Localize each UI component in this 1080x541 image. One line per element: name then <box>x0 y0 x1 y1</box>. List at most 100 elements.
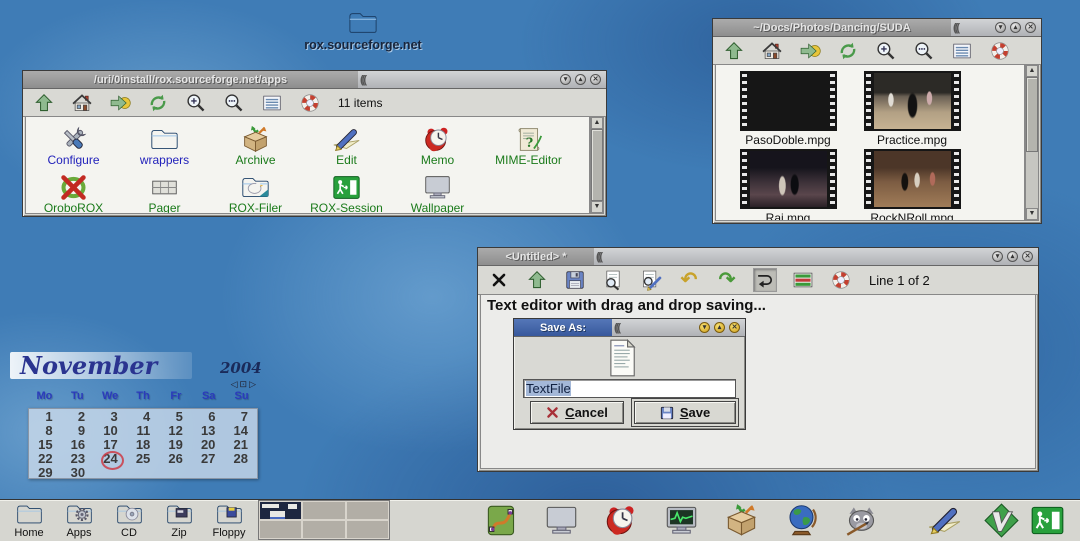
calendar-day[interactable]: 18 <box>127 438 160 452</box>
calendar-day[interactable]: 9 <box>62 424 95 438</box>
video-file-practice[interactable]: Practice.mpg <box>850 71 974 149</box>
editor-window-titlebar[interactable]: <Untitled> * ((( ▾ ▴ ✕ <box>478 248 1038 266</box>
zoom-fit-button[interactable] <box>912 39 936 63</box>
file-item-rox-filer[interactable]: ROX-Filer <box>210 167 301 214</box>
zoom-in-button[interactable] <box>874 39 898 63</box>
forward-button[interactable] <box>798 39 822 63</box>
calendar-day[interactable]: 5 <box>159 410 192 424</box>
calendar-day[interactable]: 3 <box>94 410 127 424</box>
photos-file-area[interactable]: PasoDoble.mpg Practice.mpg Rai.mpg RockN… <box>715 64 1025 221</box>
calendar-day[interactable]: 30 <box>62 466 95 480</box>
launcher-vim[interactable] <box>982 502 1020 539</box>
calendar-day[interactable]: 14 <box>224 424 257 438</box>
refresh-button[interactable] <box>146 91 170 115</box>
calendar-day[interactable]: 2 <box>62 410 95 424</box>
panel-item-home[interactable]: Home <box>4 501 54 539</box>
file-item-edit[interactable]: Edit <box>301 119 392 167</box>
calendar-day[interactable]: 6 <box>192 410 225 424</box>
calendar-day[interactable]: 19 <box>159 438 192 452</box>
calendar-day[interactable]: 29 <box>29 466 62 480</box>
calendar-day[interactable]: 8 <box>29 424 62 438</box>
calendar-day[interactable]: 16 <box>62 438 95 452</box>
pager-cell[interactable] <box>346 520 389 539</box>
launcher-memo[interactable] <box>602 502 640 539</box>
file-item-pager[interactable]: Pager <box>119 167 210 214</box>
photos-scrollbar[interactable]: ▲ ▼ <box>1025 64 1039 221</box>
file-item-rox-session[interactable]: ROX-Session <box>301 167 392 214</box>
maximize-button[interactable]: ▴ <box>1010 22 1021 33</box>
up-button[interactable] <box>722 39 746 63</box>
calendar-day[interactable]: 11 <box>127 424 160 438</box>
calendar-day[interactable]: 25 <box>127 452 160 466</box>
file-item-mime-editor[interactable]: MIME-Editor <box>483 119 574 167</box>
save-button[interactable] <box>563 268 587 292</box>
panel-item-cd[interactable]: CD <box>104 501 154 539</box>
calendar-day[interactable]: 15 <box>29 438 62 452</box>
close-doc-button[interactable] <box>487 268 511 292</box>
file-item-wrappers[interactable]: wrappers <box>119 119 210 167</box>
video-file-rocknroll[interactable]: RockNRoll.mpg <box>850 149 974 221</box>
filename-input[interactable]: TextFile <box>523 379 736 398</box>
apps-window-titlebar[interactable]: /uri/0install/rox.sourceforge.net/apps (… <box>23 71 606 89</box>
video-file-rai[interactable]: Rai.mpg <box>726 149 850 221</box>
launcher-globe[interactable] <box>782 502 820 539</box>
scroll-thumb[interactable] <box>1026 77 1038 152</box>
launcher-system-monitor[interactable] <box>662 502 700 539</box>
launcher-wallpaper[interactable] <box>542 502 580 539</box>
scroll-down-button[interactable]: ▼ <box>591 201 603 213</box>
pager-cell[interactable] <box>302 501 345 520</box>
home-button[interactable] <box>70 91 94 115</box>
syntax-menu-button[interactable] <box>791 268 815 292</box>
file-item-oroborox[interactable]: OroboROX <box>28 167 119 214</box>
refresh-button[interactable] <box>836 39 860 63</box>
iconify-button[interactable]: ▾ <box>992 251 1003 262</box>
word-wrap-toggle[interactable] <box>753 268 777 292</box>
scroll-up-button[interactable]: ▲ <box>591 117 603 129</box>
calendar-day[interactable]: 12 <box>159 424 192 438</box>
home-button[interactable] <box>760 39 784 63</box>
panel-item-floppy[interactable]: Floppy <box>204 501 254 539</box>
file-item-memo[interactable]: Memo <box>392 119 483 167</box>
up-button[interactable] <box>525 268 549 292</box>
forward-button[interactable] <box>108 91 132 115</box>
save-button[interactable]: Save <box>634 401 736 424</box>
list-view-button[interactable] <box>260 91 284 115</box>
calendar-day[interactable]: 27 <box>192 452 225 466</box>
file-item-archive[interactable]: Archive <box>210 119 301 167</box>
calendar-day[interactable]: 26 <box>159 452 192 466</box>
photos-window-titlebar[interactable]: ~/Docs/Photos/Dancing/SUDA ((( ▾ ▴ ✕ <box>713 19 1041 37</box>
close-button[interactable]: ✕ <box>729 322 740 333</box>
pager-cell[interactable] <box>259 520 302 539</box>
undo-button[interactable]: ↶ <box>677 268 701 292</box>
launcher-archive[interactable] <box>722 502 760 539</box>
pager-cell[interactable] <box>302 520 345 539</box>
apps-scrollbar[interactable]: ▲ ▼ <box>590 116 604 214</box>
scroll-thumb[interactable] <box>591 129 603 201</box>
apps-file-area[interactable]: Configure wrappers Archive Edit Memo MIM… <box>25 116 590 214</box>
zoom-in-button[interactable] <box>184 91 208 115</box>
panel-item-zip[interactable]: Zip <box>154 501 204 539</box>
file-item-wallpaper[interactable]: Wallpaper <box>392 167 483 214</box>
save-dialog-titlebar[interactable]: Save As: ((( ▾ ▴ ✕ <box>514 319 745 337</box>
iconify-button[interactable]: ▾ <box>560 74 571 85</box>
find-button[interactable] <box>601 268 625 292</box>
calendar-day[interactable]: 28 <box>224 452 257 466</box>
calendar-day[interactable]: 1 <box>29 410 62 424</box>
help-button[interactable] <box>829 268 853 292</box>
pager-cell[interactable] <box>346 501 389 520</box>
help-button[interactable] <box>298 91 322 115</box>
document-drag-icon[interactable] <box>604 338 640 378</box>
file-item-configure[interactable]: Configure <box>28 119 119 167</box>
list-view-button[interactable] <box>950 39 974 63</box>
find-replace-button[interactable] <box>639 268 663 292</box>
calendar-day[interactable]: 7 <box>224 410 257 424</box>
calendar-day[interactable]: 21 <box>224 438 257 452</box>
zoom-fit-button[interactable] <box>222 91 246 115</box>
calendar-day[interactable]: 13 <box>192 424 225 438</box>
calendar-prev-icon[interactable]: ◁ <box>231 379 240 389</box>
scroll-up-button[interactable]: ▲ <box>1026 65 1038 77</box>
calendar-day[interactable]: 10 <box>94 424 127 438</box>
calendar-day[interactable]: 23 <box>62 452 95 466</box>
maximize-button[interactable]: ▴ <box>575 74 586 85</box>
scroll-down-button[interactable]: ▼ <box>1026 208 1038 220</box>
